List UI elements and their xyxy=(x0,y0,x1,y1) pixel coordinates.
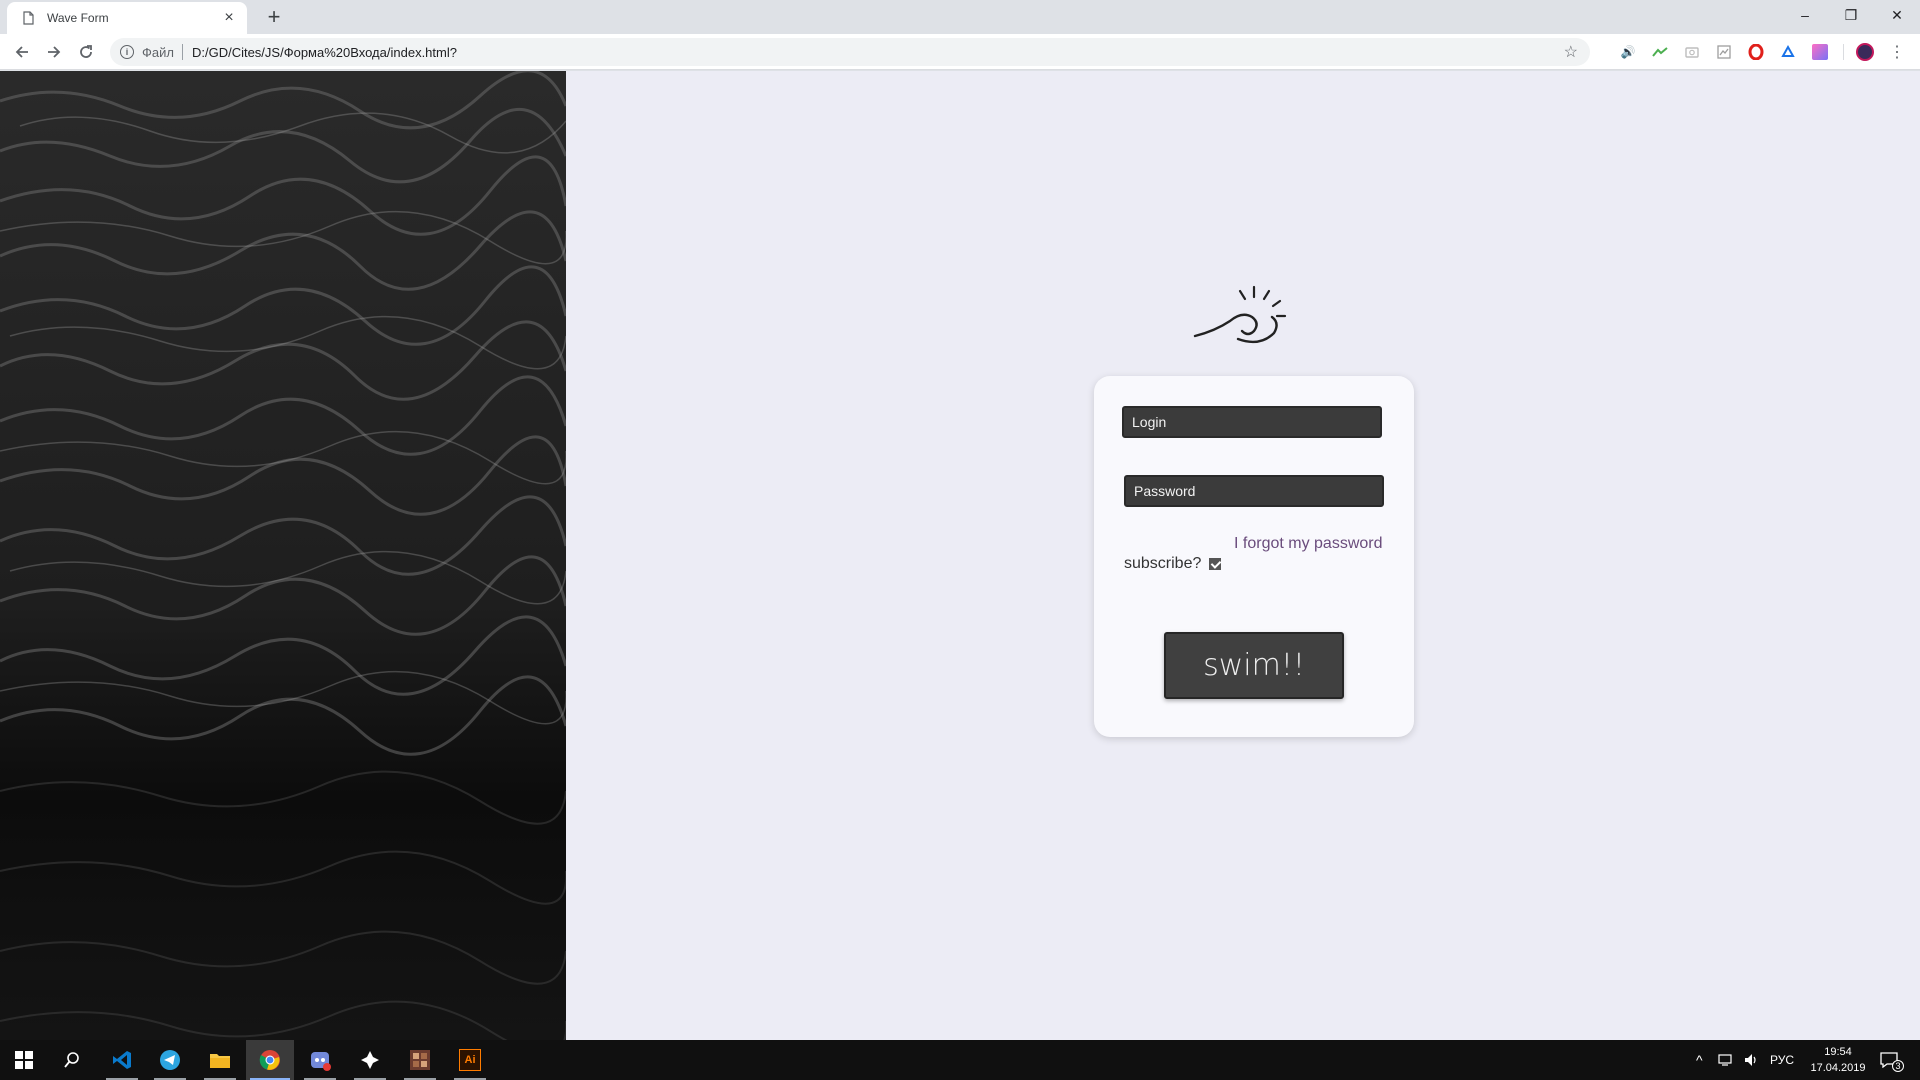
arrow-left-icon xyxy=(15,46,28,58)
avatar-icon[interactable] xyxy=(1856,43,1874,61)
swim-submit-button[interactable]: swim!! xyxy=(1164,632,1344,699)
clock[interactable]: 19:54 17.04.2019 xyxy=(1806,1044,1870,1076)
chevron-up-icon[interactable]: ^ xyxy=(1696,1040,1703,1080)
network-icon[interactable] xyxy=(1718,1040,1734,1080)
close-tab-icon[interactable]: × xyxy=(221,9,237,27)
reload-button[interactable] xyxy=(74,40,98,64)
divider xyxy=(181,44,183,60)
url-text[interactable]: D:/GD/Cites/JS/Форма%20Входа/index.html? xyxy=(192,45,457,60)
tab-title: Wave Form xyxy=(47,11,109,25)
chart-icon[interactable] xyxy=(1715,43,1733,61)
illustrator-icon[interactable]: Ai xyxy=(446,1040,494,1080)
opera-icon[interactable] xyxy=(1747,43,1765,61)
new-tab-button[interactable]: + xyxy=(260,4,288,32)
arrow-right-icon xyxy=(48,46,61,58)
language-indicator[interactable]: РУС xyxy=(1770,1040,1794,1080)
taskbar: Ai ^ РУС 19:54 17.04.2019 3 xyxy=(0,1040,1920,1080)
forgot-password-link[interactable]: I forgot my password xyxy=(1234,535,1383,553)
vscode-icon[interactable] xyxy=(98,1040,146,1080)
subscribe-row: subscribe? xyxy=(1124,555,1222,573)
clock-date: 17.04.2019 xyxy=(1810,1062,1866,1074)
notification-count-badge: 3 xyxy=(1892,1060,1904,1072)
back-button[interactable] xyxy=(10,40,34,64)
file-explorer-icon[interactable] xyxy=(196,1040,244,1080)
address-bar[interactable]: i Файл D:/GD/Cites/JS/Форма%20Входа/inde… xyxy=(110,38,1590,66)
tab-strip: Wave Form × + – ❐ ✕ xyxy=(0,0,1920,34)
telegram-icon[interactable] xyxy=(146,1040,194,1080)
graph-icon[interactable] xyxy=(1651,43,1669,61)
camera-icon[interactable] xyxy=(1683,43,1701,61)
forward-button[interactable] xyxy=(42,40,66,64)
browser-tab[interactable]: Wave Form × xyxy=(7,2,247,34)
divider xyxy=(1843,44,1844,60)
reload-icon xyxy=(80,45,92,58)
chrome-icon[interactable] xyxy=(246,1040,294,1080)
speaker-icon[interactable] xyxy=(1744,1040,1760,1080)
login-input[interactable] xyxy=(1122,406,1382,438)
close-window-button[interactable]: ✕ xyxy=(1874,0,1920,30)
clock-time: 19:54 xyxy=(1824,1046,1852,1058)
discord-icon[interactable] xyxy=(296,1040,344,1080)
notifications-icon[interactable]: 3 xyxy=(1880,1040,1904,1080)
bell-icon[interactable] xyxy=(1779,43,1797,61)
scheme-label: Файл xyxy=(142,44,174,60)
login-card: I forgot my password subscribe? swim!! xyxy=(1094,376,1414,737)
menu-icon[interactable]: ⋮ xyxy=(1888,43,1906,61)
app-icon[interactable] xyxy=(346,1040,394,1080)
wave-sun-logo-icon xyxy=(1193,285,1287,344)
ocean-background-image xyxy=(0,71,566,1040)
info-icon[interactable]: i xyxy=(120,45,134,59)
browser-toolbar: i Файл D:/GD/Cites/JS/Форма%20Входа/inde… xyxy=(0,34,1920,70)
page-viewport: I forgot my password subscribe? swim!! xyxy=(0,71,1920,1040)
subscribe-checkbox[interactable] xyxy=(1209,558,1222,570)
bookmark-star-icon[interactable]: ☆ xyxy=(1564,42,1578,62)
search-icon[interactable] xyxy=(48,1040,96,1080)
minimize-button[interactable]: – xyxy=(1782,0,1828,30)
gradient-icon[interactable] xyxy=(1811,43,1829,61)
photo-app-icon[interactable] xyxy=(396,1040,444,1080)
page-icon xyxy=(23,11,34,25)
windows-start-icon[interactable] xyxy=(0,1040,48,1080)
volume-icon[interactable]: 🔊 xyxy=(1619,43,1637,61)
password-input[interactable] xyxy=(1124,475,1384,507)
subscribe-label: subscribe? xyxy=(1124,555,1202,572)
restore-button[interactable]: ❐ xyxy=(1828,0,1874,30)
